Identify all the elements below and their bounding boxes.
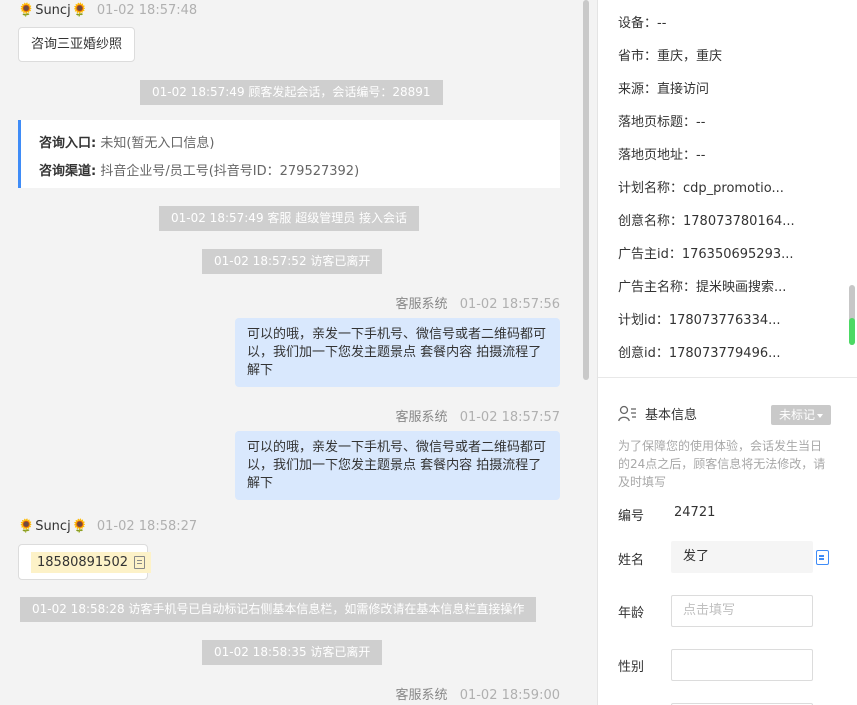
channel-label: 咨询渠道:	[39, 164, 97, 179]
name-label: 姓名	[618, 553, 645, 568]
entry-label: 咨询入口:	[39, 136, 97, 151]
info-device: 设备：--	[618, 16, 667, 31]
system-notice: 01-02 18:58:35 访客已离开	[202, 640, 383, 665]
info-plan-name: 计划名称：cdp_promotio...	[618, 181, 784, 196]
info-landing-url: 落地页地址：--	[618, 148, 706, 163]
phone-number-chip[interactable]: 18580891502	[31, 552, 151, 573]
info-scrollbar[interactable]	[849, 0, 855, 705]
info-advertiser-name: 广告主名称：提米映画搜索...	[618, 280, 787, 295]
message-time: 01-02 18:57:48	[96, 3, 198, 18]
system-notice: 01-02 18:57:52 访客已离开	[202, 249, 383, 274]
id-label: 编号	[618, 509, 645, 524]
message-time: 01-02 18:58:27	[96, 519, 198, 534]
entry-row: 咨询入口: 未知(暂无入口信息)	[39, 130, 560, 158]
user-list-icon	[618, 405, 636, 422]
message-time: 01-02 18:57:57	[459, 410, 560, 425]
visitor-message-header: 🌻 Suncj 🌻 01-02 18:57:48	[18, 3, 197, 18]
agent-name: 客服系统	[395, 297, 448, 312]
info-scroll-indicator	[849, 318, 855, 345]
phone-number: 18580891502	[37, 555, 128, 570]
caret-down-icon	[817, 413, 823, 418]
visitor-name[interactable]: Suncj	[35, 3, 71, 18]
system-notice: 01-02 18:57:49 客服 超级管理员 接入会话	[159, 206, 420, 231]
info-creative-name: 创意名称：178073780164...	[618, 214, 795, 229]
agent-message-header: 客服系统 01-02 18:57:56	[396, 293, 560, 312]
info-landing-title: 落地页标题：--	[618, 115, 706, 130]
flower-icon: 🌻	[71, 3, 88, 18]
agent-message-bubble: 可以的哦，亲发一下手机号、微信号或者二维码都可以，我们加一下您发主题景点 套餐内…	[235, 431, 560, 500]
entry-value: 未知(暂无入口信息)	[100, 136, 215, 151]
agent-message-header: 客服系统 01-02 18:59:00	[396, 684, 560, 703]
basic-info-title: 基本信息	[645, 408, 698, 423]
copy-icon[interactable]	[133, 556, 145, 569]
tag-dropdown[interactable]: 未标记	[771, 405, 831, 425]
chat-pane: 🌻 Suncj 🌻 01-02 18:57:48 咨询三亚婚纱照 01-02 1…	[0, 0, 597, 705]
agent-name: 客服系统	[395, 410, 448, 425]
message-time: 01-02 18:57:56	[459, 297, 560, 312]
gender-field[interactable]	[671, 649, 813, 681]
visitor-phone-bubble: 18580891502	[18, 544, 151, 580]
agent-name: 客服系统	[395, 688, 448, 703]
visitor-name[interactable]: Suncj	[35, 519, 71, 534]
divider	[598, 377, 857, 378]
message-time: 01-02 18:59:00	[459, 688, 560, 703]
visitor-message-header: 🌻 Suncj 🌻 01-02 18:58:27	[18, 519, 197, 534]
entry-info-card: 咨询入口: 未知(暂无入口信息) 咨询渠道: 抖音企业号/员工号(抖音号ID：2…	[18, 120, 560, 188]
flower-icon: 🌻	[71, 519, 88, 534]
info-plan-id: 计划id：178073776334...	[618, 313, 781, 328]
flower-icon: 🌻	[18, 3, 35, 18]
visitor-info-panel: 设备：-- 省市：重庆，重庆 来源：直接访问 落地页标题：-- 落地页地址：--…	[597, 0, 857, 705]
info-region: 省市：重庆，重庆	[618, 49, 723, 64]
channel-row: 咨询渠道: 抖音企业号/员工号(抖音号ID：279527392)	[39, 158, 560, 186]
age-label: 年龄	[618, 606, 645, 621]
age-field[interactable]: 点击填写	[671, 595, 813, 627]
document-icon[interactable]	[816, 550, 829, 565]
chat-scrollbar[interactable]	[583, 0, 589, 705]
agent-message-bubble: 可以的哦，亲发一下手机号、微信号或者二维码都可以，我们加一下您发主题景点 套餐内…	[235, 318, 560, 387]
gender-label: 性别	[618, 660, 645, 675]
visitor-message-bubble: 咨询三亚婚纱照	[18, 27, 136, 62]
edit-hint: 为了保障您的使用体验，会话发生当日的24点之后，顾客信息将无法修改，请及时填写	[618, 439, 826, 489]
flower-icon: 🌻	[18, 519, 35, 534]
info-creative-id: 创意id：178073779496...	[618, 346, 781, 361]
basic-info-header: 基本信息	[618, 404, 697, 423]
tag-dropdown-label: 未标记	[778, 408, 815, 422]
system-notice: 01-02 18:58:28 访客手机号已自动标记右侧基本信息栏，如需修改请在基…	[20, 597, 537, 622]
info-source: 来源：直接访问	[618, 82, 710, 97]
chat-scrollbar-thumb[interactable]	[583, 0, 589, 380]
system-notice: 01-02 18:57:49 顾客发起会话，会话编号：28891	[140, 80, 443, 105]
channel-value: 抖音企业号/员工号(抖音号ID：279527392)	[100, 164, 360, 179]
info-advertiser-id: 广告主id：176350695293...	[618, 247, 794, 262]
agent-message-header: 客服系统 01-02 18:57:57	[396, 406, 560, 425]
id-value: 24721	[674, 505, 716, 520]
name-field[interactable]: 发了	[671, 541, 813, 573]
